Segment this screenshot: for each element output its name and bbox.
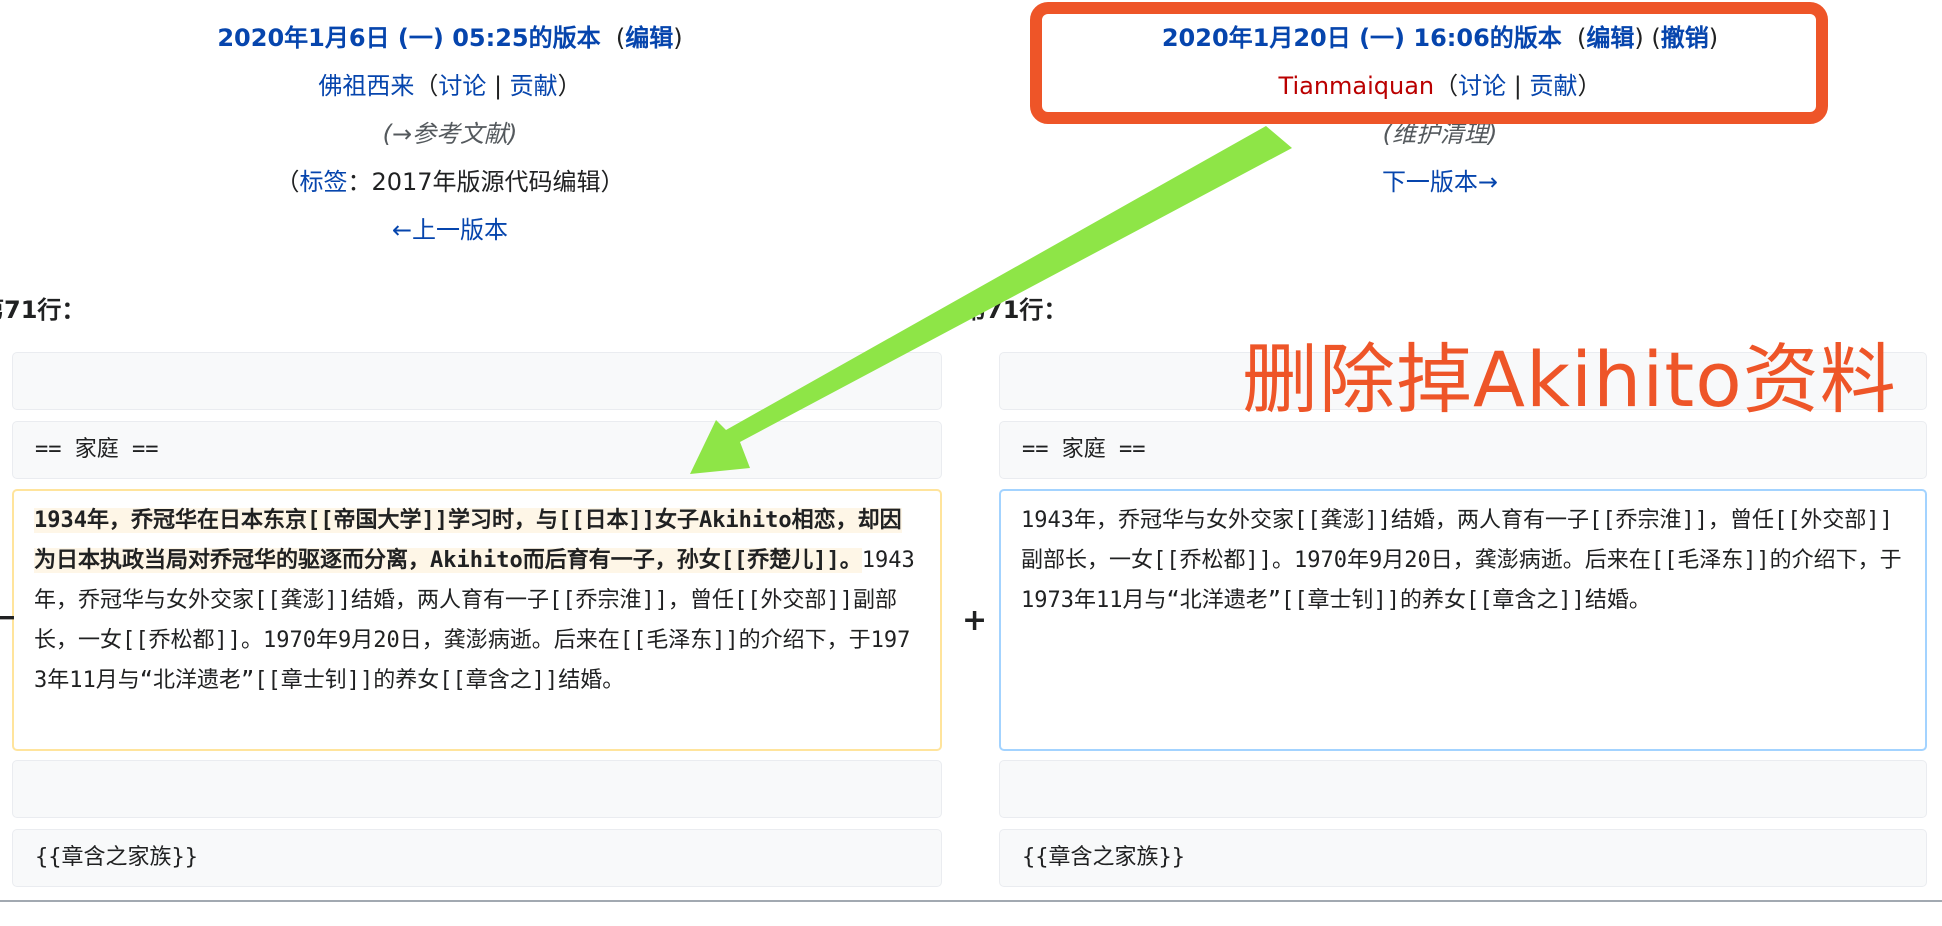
left-edit-summary: (→参考文献): [382, 120, 518, 148]
right-context-empty-2: [999, 760, 1927, 818]
right-context-template: {{章含之家族}}: [999, 829, 1927, 887]
left-edit-link[interactable]: 编辑: [625, 24, 673, 52]
left-tags-link[interactable]: 标签: [299, 168, 347, 196]
left-context-template: {{章含之家族}}: [12, 829, 942, 887]
left-contribs-link[interactable]: 贡献: [510, 72, 558, 100]
left-talk-link[interactable]: 讨论: [438, 72, 486, 100]
left-context-heading: == 家庭 ==: [12, 421, 942, 479]
plus-marker: +: [962, 603, 988, 638]
minus-marker: −: [0, 600, 18, 635]
right-line-number: 第71行：: [962, 296, 1068, 324]
left-line-number: 第71行：: [0, 296, 86, 324]
deleted-text-highlight: 1934年，乔冠华在日本东京[[帝国大学]]学习时，与[[日本]]女子Akihi…: [34, 508, 902, 573]
next-revision-link[interactable]: 下一版本→: [1382, 168, 1498, 196]
added-text: 1943年，乔冠华与女外交家[[龚澎]]结婚，两人育有一子[[乔宗淮]]，曾任[…: [1021, 508, 1902, 613]
deleted-line: 1934年，乔冠华在日本东京[[帝国大学]]学习时，与[[日本]]女子Akihi…: [12, 489, 942, 751]
left-context-empty-1: [12, 352, 942, 410]
right-context-heading: == 家庭 ==: [999, 421, 1927, 479]
added-line: 1943年，乔冠华与女外交家[[龚澎]]结婚，两人育有一子[[乔宗淮]]，曾任[…: [999, 489, 1927, 751]
left-user-link[interactable]: 佛祖西来: [318, 72, 414, 100]
bottom-divider: [0, 900, 1942, 902]
right-edit-summary: (维护清理): [1382, 120, 1498, 148]
left-context-empty-2: [12, 760, 942, 818]
annotation-highlight-box: [1030, 2, 1828, 124]
left-revision-header: 2020年1月6日 (一) 05:25的版本 (编辑) 佛祖西来（讨论 | 贡献…: [217, 24, 683, 244]
left-tags-value: 2017年版源代码编辑: [371, 168, 601, 196]
annotation-label: 删除掉Akihito资料: [1242, 335, 1897, 424]
previous-revision-link[interactable]: ←上一版本: [392, 216, 508, 244]
left-revision-title[interactable]: 2020年1月6日 (一) 05:25的版本: [217, 24, 600, 52]
